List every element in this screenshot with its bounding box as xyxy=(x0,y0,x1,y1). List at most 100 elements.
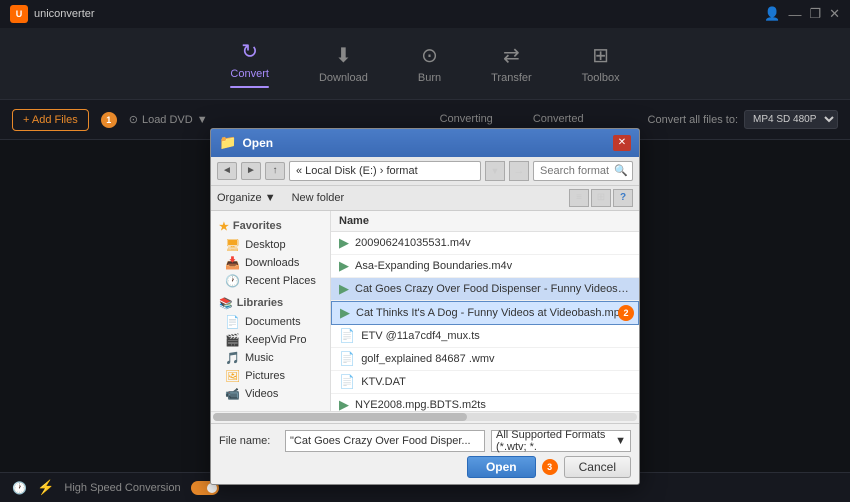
address-path[interactable]: « Local Disk (E:) › format xyxy=(289,161,481,181)
nav-item-transfer[interactable]: ⇄ Transfer xyxy=(491,43,532,84)
clock-icon: 🕐 xyxy=(12,481,27,495)
new-folder-button[interactable]: New folder xyxy=(292,192,345,204)
nav-label-toolbox: Toolbox xyxy=(582,72,620,84)
download-icon: ⬇ xyxy=(335,43,352,68)
videos-icon: 📹 xyxy=(225,387,240,401)
file-icon-3: ▶ xyxy=(340,305,350,321)
horizontal-scroll-bar[interactable] xyxy=(211,411,639,423)
speed-label: High Speed Conversion xyxy=(64,482,180,494)
libraries-group: 📚 Libraries 📄 Documents 🎬 KeepVid Pro xyxy=(211,294,330,403)
list-view-button[interactable]: ≡ xyxy=(569,189,589,207)
nav-item-toolbox[interactable]: ⊞ Toolbox xyxy=(582,43,620,84)
help-button[interactable]: ? xyxy=(613,189,633,207)
nav-bar: ↻ Convert ⬇ Download ⊙ Burn ⇄ Transfer ⊞… xyxy=(0,28,850,100)
path-text: « Local Disk (E:) › format xyxy=(296,165,418,177)
sidebar-item-documents[interactable]: 📄 Documents xyxy=(211,313,330,331)
dialog-open-button[interactable]: Open xyxy=(467,456,536,478)
nav-item-convert[interactable]: ↻ Convert xyxy=(230,39,269,88)
user-icon[interactable]: 👤 xyxy=(764,6,780,22)
favorites-header: ★ Favorites xyxy=(211,217,330,236)
file-row-6[interactable]: 📄 KTV.DAT xyxy=(331,371,639,394)
file-name-4: ETV @11a7cdf4_mux.ts xyxy=(361,330,631,342)
file-name-0: 20090624​1035531.m4v xyxy=(355,237,631,249)
file-list-header: Name xyxy=(331,211,639,232)
burn-icon: ⊙ xyxy=(421,43,438,68)
load-dvd-button[interactable]: ⊙ Load DVD ▼ xyxy=(129,113,208,126)
file-row-3[interactable]: ▶ Cat Thinks It's A Dog - Funny Videos a… xyxy=(331,301,639,325)
toolbox-icon: ⊞ xyxy=(592,43,609,68)
add-files-label: + Add Files xyxy=(23,114,78,126)
convert-all-select[interactable]: MP4 SD 480P xyxy=(744,110,838,129)
file-name-2: Cat Goes Crazy Over Food Dispenser - Fun… xyxy=(355,283,631,295)
add-files-badge: 1 xyxy=(101,112,117,128)
file-row-2[interactable]: ▶ Cat Goes Crazy Over Food Dispenser - F… xyxy=(331,278,639,301)
file-row-1[interactable]: ▶ Asa-Expanding Boundaries.m4v xyxy=(331,255,639,278)
sidebar-item-videos[interactable]: 📹 Videos xyxy=(211,385,330,403)
dvd-dropdown-icon: ▼ xyxy=(197,114,208,126)
load-dvd-label: Load DVD xyxy=(142,114,193,126)
file-type-arrow: ▼ xyxy=(615,435,626,447)
nav-item-download[interactable]: ⬇ Download xyxy=(319,43,368,84)
file-row-4[interactable]: 📄 ETV @11a7cdf4_mux.ts xyxy=(331,325,639,348)
convert-all-label: Convert all files to: xyxy=(648,114,738,126)
dialog-cancel-button[interactable]: Cancel xyxy=(564,456,631,478)
forward-button[interactable]: ► xyxy=(241,162,261,180)
file-icon-2: ▶ xyxy=(339,281,349,297)
file-icon-5: 📄 xyxy=(339,351,355,367)
file-row-7[interactable]: ▶ NYE2008.mpg.BDTS.m2ts xyxy=(331,394,639,411)
file-name-1: Asa-Expanding Boundaries.m4v xyxy=(355,260,631,272)
dialog-address-bar: ◄ ► ↑ « Local Disk (E:) › format ▼ → 🔍 xyxy=(211,157,639,186)
file-name-input[interactable] xyxy=(285,430,485,452)
file-row-0[interactable]: ▶ 20090624​1035531.m4v xyxy=(331,232,639,255)
sidebar-item-keepvid-pro[interactable]: 🎬 KeepVid Pro xyxy=(211,331,330,349)
restore-button[interactable]: ❐ xyxy=(809,6,821,22)
scrollbar-thumb[interactable] xyxy=(213,413,467,421)
file-list-name-header: Name xyxy=(339,215,369,227)
dialog-action-row: Open 3 Cancel xyxy=(219,456,631,478)
file-name-row: File name: All Supported Formats (*.wtv;… xyxy=(219,430,631,452)
nav-item-burn[interactable]: ⊙ Burn xyxy=(418,43,441,84)
back-button[interactable]: ◄ xyxy=(217,162,237,180)
file-row-5[interactable]: 📄 golf_explained 84687 .wmv xyxy=(331,348,639,371)
nav-label-transfer: Transfer xyxy=(491,72,532,84)
dialog-title-bar-left: 📁 Open xyxy=(219,134,273,151)
dialog-close-button[interactable]: ✕ xyxy=(613,135,631,151)
main-content: + 📁 Open ✕ ◄ ► ↑ « Local Disk (E:) › for… xyxy=(0,140,850,472)
sidebar-item-music[interactable]: 🎵 Music xyxy=(211,349,330,367)
music-label: Music xyxy=(245,352,274,364)
nav-label-convert: Convert xyxy=(230,68,269,80)
recent-places-icon: 🕐 xyxy=(225,274,240,288)
videos-label: Videos xyxy=(245,388,278,400)
dialog-overlay: 📁 Open ✕ ◄ ► ↑ « Local Disk (E:) › forma… xyxy=(0,140,850,472)
title-bar: U uniconverter 👤 — ❐ ✕ xyxy=(0,0,850,28)
organize-button[interactable]: Organize ▼ xyxy=(217,192,276,204)
dialog-title-text: Open xyxy=(242,136,273,150)
pictures-icon: 🖼 xyxy=(225,369,240,383)
address-dropdown[interactable]: ▼ xyxy=(485,161,505,181)
up-button[interactable]: ↑ xyxy=(265,162,285,180)
favorites-label: Favorites xyxy=(233,220,282,232)
add-files-button[interactable]: + Add Files xyxy=(12,109,89,131)
keepvid-icon: 🎬 xyxy=(225,333,240,347)
music-icon: 🎵 xyxy=(225,351,240,365)
details-view-button[interactable]: ⊞ xyxy=(591,189,611,207)
file-type-dropdown[interactable]: All Supported Formats (*.wtv; *. ▼ xyxy=(491,430,631,452)
pictures-label: Pictures xyxy=(245,370,285,382)
search-input[interactable] xyxy=(540,165,610,177)
nav-label-download: Download xyxy=(319,72,368,84)
sidebar-item-downloads[interactable]: 📥 Downloads xyxy=(211,254,330,272)
file-name-6: KTV.DAT xyxy=(361,376,631,388)
sidebar-item-desktop[interactable]: 🖥 Desktop xyxy=(211,236,330,254)
dialog-body: ★ Favorites 🖥 Desktop 📥 Downloads 🕐 xyxy=(211,211,639,411)
close-button[interactable]: ✕ xyxy=(829,6,840,22)
sidebar-item-pictures[interactable]: 🖼 Pictures xyxy=(211,367,330,385)
file-icon-0: ▶ xyxy=(339,235,349,251)
speed-icon: ⚡ xyxy=(37,479,54,496)
sidebar-item-recent-places[interactable]: 🕐 Recent Places xyxy=(211,272,330,290)
desktop-label: Desktop xyxy=(245,239,285,251)
address-go[interactable]: → xyxy=(509,161,529,181)
downloads-folder-icon: 📥 xyxy=(225,256,240,270)
scrollbar-track xyxy=(213,413,637,421)
search-box[interactable]: 🔍 xyxy=(533,161,633,181)
minimize-button[interactable]: — xyxy=(788,7,801,22)
